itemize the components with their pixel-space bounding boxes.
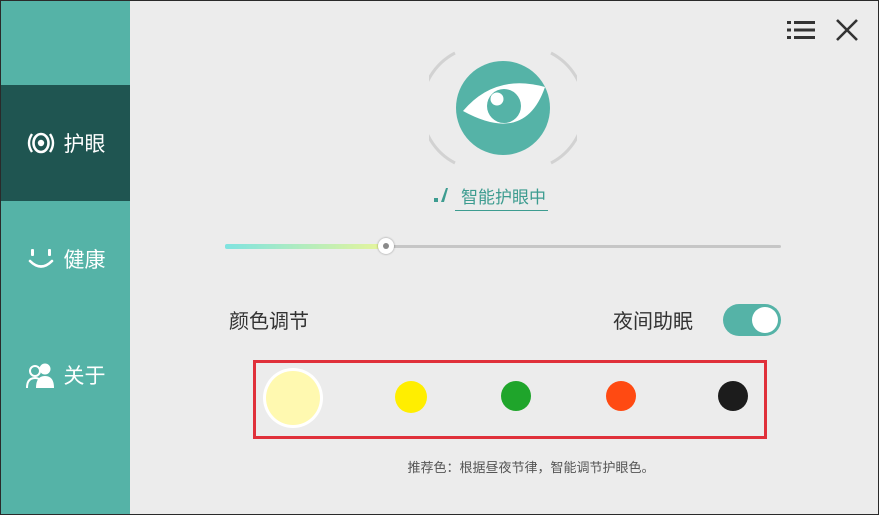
users-icon (25, 360, 56, 390)
status-mark-icon (431, 184, 455, 211)
sidebar-item-label: 健康 (63, 248, 106, 272)
status-label: 智能护眼中 (455, 183, 548, 211)
night-mode-toggle[interactable] (723, 304, 781, 336)
smile-icon (26, 244, 56, 274)
night-mode-label: 夜间助眠 (613, 309, 693, 333)
eye-protection-logo (420, 45, 586, 171)
close-icon[interactable] (832, 15, 862, 45)
eye-care-window: 护眼 健康 关于 智能护眼中 颜色调节 夜间助眠 推荐色：根据昼夜节律，智能调节… (0, 0, 879, 515)
sidebar-item-about[interactable]: 关于 (1, 317, 130, 433)
swatch-green[interactable] (501, 381, 531, 411)
sidebar-item-eye-care[interactable]: 护眼 (1, 85, 130, 201)
swatch-yellow[interactable] (395, 381, 427, 413)
eye-care-icon (26, 128, 56, 158)
sidebar: 护眼 健康 关于 (1, 1, 130, 514)
slider-fill (225, 244, 387, 249)
list-menu-icon[interactable] (786, 15, 816, 45)
status-indicator: 智能护眼中 (431, 183, 548, 211)
swatch-light-yellow[interactable] (266, 371, 320, 425)
window-controls (786, 15, 862, 45)
swatch-black[interactable] (718, 381, 748, 411)
brightness-slider[interactable] (225, 237, 781, 255)
toggle-knob (752, 307, 778, 333)
swatch-orange[interactable] (606, 381, 636, 411)
color-swatch-group (253, 360, 767, 439)
sidebar-item-label: 护眼 (63, 132, 106, 156)
sidebar-item-health[interactable]: 健康 (1, 201, 130, 317)
color-adjust-title: 颜色调节 (229, 309, 309, 333)
recommended-color-hint: 推荐色：根据昼夜节律，智能调节护眼色。 (407, 461, 655, 476)
slider-thumb[interactable] (378, 238, 395, 254)
sidebar-item-label: 关于 (63, 364, 106, 388)
